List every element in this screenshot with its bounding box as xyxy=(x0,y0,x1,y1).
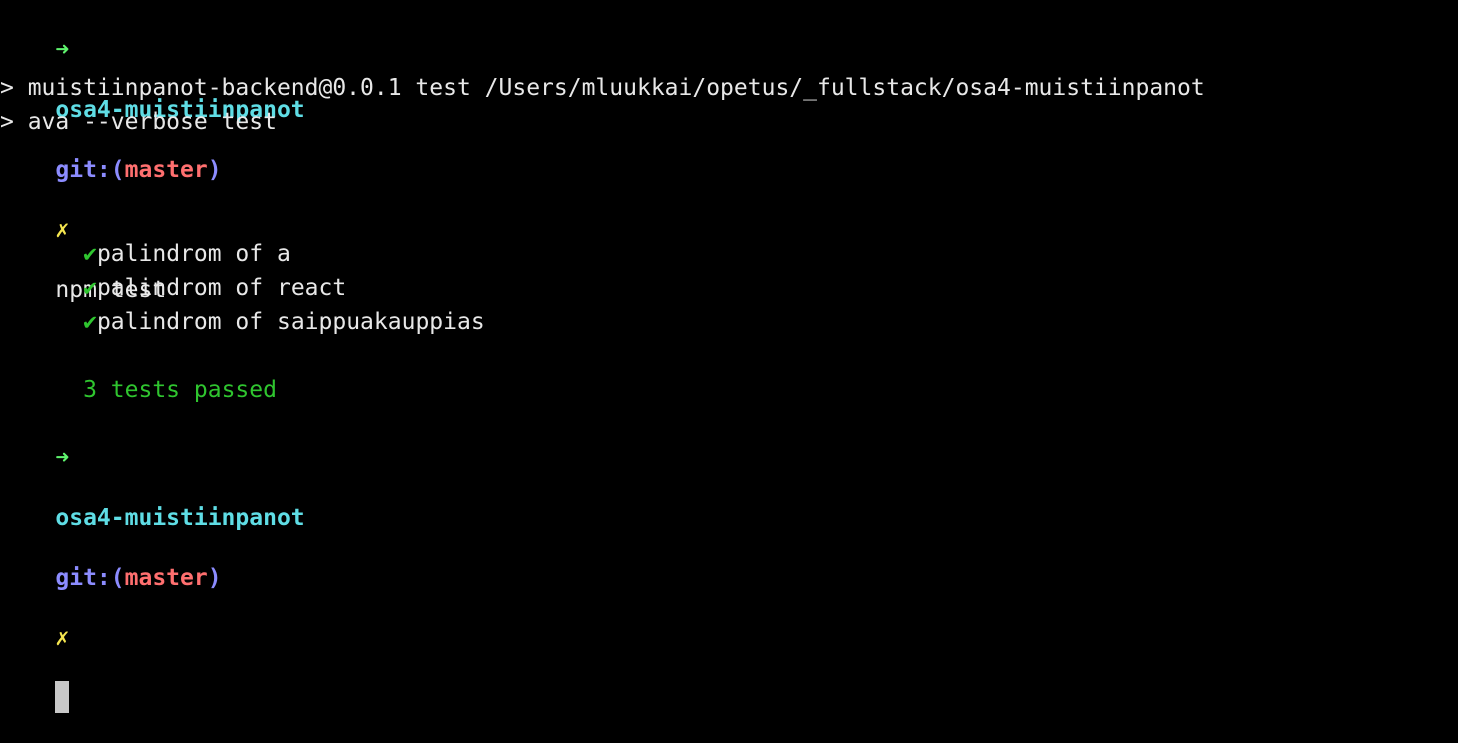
prompt-directory: osa4-muistiinpanot xyxy=(55,505,305,531)
prompt-arrow-icon: ➜ xyxy=(55,37,70,63)
terminal-cursor[interactable] xyxy=(55,680,70,713)
test-name: palindrom of saippuakauppias xyxy=(96,309,485,335)
test-result-row: ✔palindrom of saippuakauppias xyxy=(0,277,485,335)
terminal-window[interactable]: ➜ osa4-muistiinpanot git:(master) ✗ npm … xyxy=(0,0,1458,713)
npm-output-line-2: > ava --verbose test xyxy=(0,109,277,135)
npm-output-line-1: > muistiinpanot-backend@0.0.1 test /User… xyxy=(0,75,1205,101)
prompt-line-2[interactable]: ➜ osa4-muistiinpanot git:(master) ✗ xyxy=(0,413,305,713)
check-icon: ✔ xyxy=(83,309,97,335)
prompt-arrow-icon: ➜ xyxy=(55,445,70,471)
prompt-branch: master xyxy=(124,565,208,591)
test-summary: 3 tests passed xyxy=(0,345,277,403)
prompt-git-label: git:( xyxy=(55,157,125,183)
prompt-git-label: git:( xyxy=(55,565,125,591)
prompt-line-1: ➜ osa4-muistiinpanot git:(master) ✗ npm … xyxy=(0,5,304,303)
prompt-git-close: ) xyxy=(207,157,222,183)
test-result-row: ✔palindrom of react xyxy=(0,243,346,301)
prompt-git-close: ) xyxy=(207,565,222,591)
prompt-branch: master xyxy=(124,157,208,183)
test-summary-text: 3 tests passed xyxy=(83,377,277,403)
prompt-dirty-icon: ✗ xyxy=(55,625,70,651)
test-result-row: ✔palindrom of a xyxy=(0,209,291,267)
